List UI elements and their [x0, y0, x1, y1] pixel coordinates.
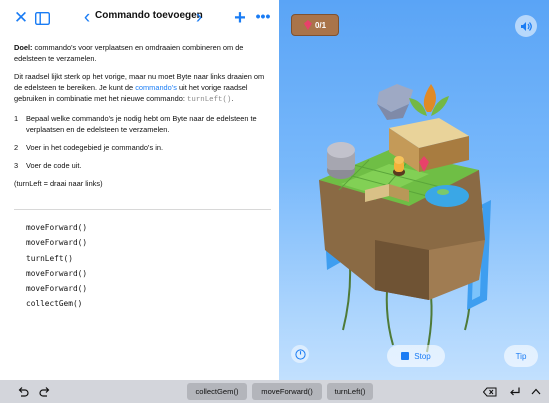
speed-meter-icon[interactable] — [291, 345, 309, 363]
speaker-icon[interactable] — [515, 15, 537, 37]
return-icon[interactable] — [508, 384, 522, 399]
note-text: (turnLeft = draai naar links) — [14, 179, 103, 188]
suggestion-collectgem[interactable]: collectGem() — [187, 383, 247, 400]
code-line[interactable]: moveForward() — [26, 220, 87, 235]
commands-link[interactable]: commando's — [135, 83, 177, 92]
step-text: Voer de code uit. — [26, 161, 82, 170]
step-number: 3 — [14, 161, 19, 170]
close-icon[interactable]: ✕ — [14, 9, 28, 27]
gem-counter: 0/1 — [291, 14, 339, 36]
intro-paragraph: Dit raadsel lijkt sterk op het vorige, m… — [14, 71, 268, 106]
stop-button[interactable]: Stop — [387, 345, 445, 367]
step-item: 2 Voer in het codegebied je commando's in… — [14, 142, 268, 153]
undo-icon[interactable] — [16, 384, 30, 399]
step-text: Bepaal welke commando's je nodig hebt om… — [26, 114, 257, 134]
goal-text: commando's voor verplaatsen en omdraaien… — [14, 43, 244, 63]
chevron-up-icon[interactable] — [530, 384, 542, 399]
code-line[interactable]: moveForward() — [26, 281, 87, 296]
tip-button[interactable]: Tip — [504, 345, 538, 367]
goal-label: Doel: — [14, 43, 33, 52]
suggestion-turnleft[interactable]: turnLeft() — [327, 383, 373, 400]
instructions-toolbar: ✕ ‹ Commando toevoegen › + ••• — [0, 0, 279, 36]
code-line[interactable]: moveForward() — [26, 235, 87, 250]
sidebar-icon[interactable] — [34, 9, 50, 27]
plus-icon[interactable]: + — [233, 7, 247, 29]
instructions-panel: Doel: commando's voor verplaatsen en omd… — [14, 42, 268, 196]
code-line[interactable]: moveForward() — [26, 266, 87, 281]
stop-icon — [401, 352, 410, 360]
chevron-right-icon[interactable]: › — [193, 7, 205, 28]
gem-counter-value: 0/1 — [314, 20, 327, 30]
gem-icon — [303, 20, 312, 30]
step-number: 2 — [14, 143, 19, 152]
step-item: 1 Bepaal welke commando's je nodig hebt o… — [14, 113, 268, 135]
goal-paragraph: Doel: commando's voor verplaatsen en omd… — [14, 42, 268, 64]
intro-end: . — [231, 94, 234, 103]
redo-icon[interactable] — [38, 384, 52, 399]
step-text: Voer in het codegebied je commando's in. — [26, 143, 163, 152]
code-line[interactable]: turnLeft() — [26, 251, 87, 266]
stop-label: Stop — [414, 351, 431, 361]
step-number: 1 — [14, 114, 19, 123]
divider — [14, 209, 271, 210]
more-icon[interactable]: ••• — [255, 7, 271, 25]
intro-code: turnLeft() — [186, 96, 232, 104]
chevron-left-icon[interactable]: ‹ — [81, 7, 93, 28]
puzzle-world-view[interactable]: 0/1 Stop Tip — [279, 0, 549, 380]
step-item: 3 Voer de code uit. — [14, 160, 268, 171]
code-line[interactable]: collectGem() — [26, 296, 87, 311]
suggestion-moveforward[interactable]: moveForward() — [252, 383, 322, 400]
page-title: Commando toevoegen — [95, 10, 203, 21]
code-editor[interactable]: moveForward() moveForward() turnLeft() m… — [26, 220, 87, 312]
puzzle-world-illustration — [319, 84, 491, 353]
shortcut-bar: collectGem() moveForward() turnLeft() — [0, 380, 549, 403]
delete-backward-icon[interactable] — [482, 384, 498, 399]
